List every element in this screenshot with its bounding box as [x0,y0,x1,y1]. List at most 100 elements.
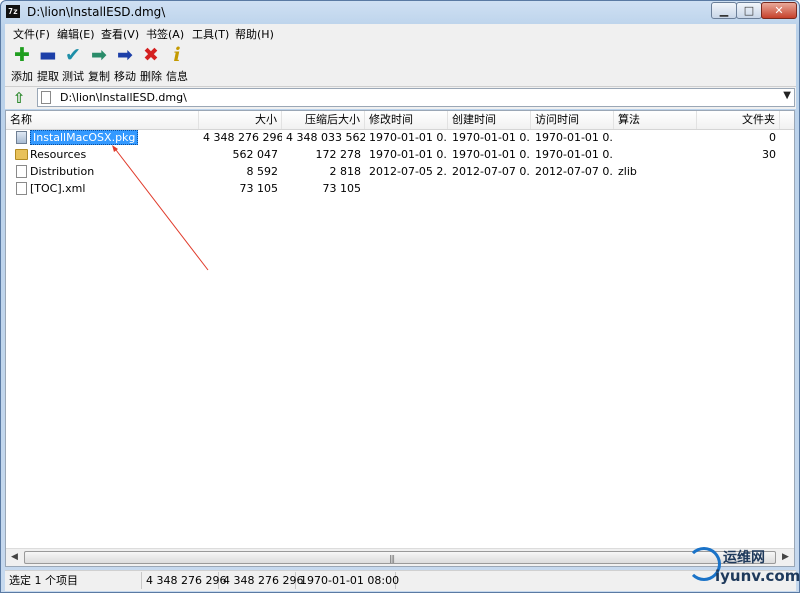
row-modified [365,180,448,197]
row-created: 1970-01-01 0... [452,131,531,144]
column-created[interactable]: 创建时间 [448,111,531,129]
info-button[interactable]: i 信息 [164,44,190,84]
add-button[interactable]: ✚ 添加 [9,44,35,84]
toolbar: ✚ 添加 ▬ 提取 ✔ 测试 ➡ 复制 ➡ 移动 ✖ 删除 i 信息 [5,42,796,87]
column-name[interactable]: 名称 [6,111,199,129]
row-accessed: 1970-01-01 0... [535,148,614,161]
extract-label: 提取 [37,70,59,83]
status-size: 4 348 276 296 [142,572,226,589]
row-folders: 30 [762,148,776,161]
row-method [614,129,697,146]
app-icon: 7z [6,5,20,18]
scrollbar-thumb[interactable]: ||| [24,551,776,564]
test-label: 测试 [62,70,84,83]
watermark-title: 运维网 [723,550,765,566]
delete-icon: ✖ [143,44,159,66]
menu-view[interactable]: 查看(V) [101,26,139,42]
row-packed-size: 73 105 [322,182,362,195]
row-modified: 2012-07-05 2... [369,165,448,178]
delete-button[interactable]: ✖ 删除 [138,44,164,84]
row-method [614,180,697,197]
copy-icon: ➡ [91,44,107,66]
status-packed-size: 4 348 276 296 [219,572,303,589]
app-window: 7z D:\lion\InstallESD.dmg\ ▁ □ ✕ 文件(F) 编… [0,0,800,593]
add-icon: ✚ [14,44,30,66]
column-method[interactable]: 算法 [614,111,697,129]
table-row[interactable]: [TOC].xml 73 105 73 105 [6,180,794,197]
info-icon: i [173,44,181,66]
copy-label: 复制 [88,70,110,83]
row-method [614,146,697,163]
menu-edit[interactable]: 编辑(E) [57,26,95,42]
path-input[interactable]: D:\lion\InstallESD.dmg\ ▼ [37,88,795,107]
row-packed-size: 4 348 033 562 [286,131,365,144]
path-text: D:\lion\InstallESD.dmg\ [60,91,187,104]
move-label: 移动 [114,70,136,83]
row-created: 1970-01-01 0... [452,148,531,161]
horizontal-scrollbar[interactable]: ◀ ||| ▶ [6,548,794,566]
row-accessed: 1970-01-01 0... [535,131,614,144]
table-row[interactable]: Distribution 8 592 2 818 2012-07-05 2...… [6,163,794,180]
chevron-down-icon[interactable]: ▼ [783,90,791,101]
column-folders[interactable]: 文件夹 [697,111,780,129]
row-size: 4 348 276 296 [203,131,282,144]
column-header-row: 名称 大小 压缩后大小 修改时间 创建时间 访问时间 算法 文件夹 [6,111,794,130]
status-date: 1970-01-01 08:00 [296,572,399,589]
column-size[interactable]: 大小 [199,111,282,129]
info-label: 信息 [166,70,188,83]
watermark-logo: 运维网 iyunv.com [685,545,800,589]
column-accessed[interactable]: 访问时间 [531,111,614,129]
file-list[interactable]: 名称 大小 压缩后大小 修改时间 创建时间 访问时间 算法 文件夹 Instal… [5,110,795,567]
row-folders: 0 [769,131,776,144]
address-bar: ⇧ D:\lion\InstallESD.dmg\ ▼ [5,87,796,109]
row-packed-size: 172 278 [315,148,362,161]
row-name[interactable]: InstallMacOSX.pkg [6,129,199,146]
table-row[interactable]: InstallMacOSX.pkg 4 348 276 296 4 348 03… [6,129,794,146]
copy-button[interactable]: ➡ 复制 [86,44,112,84]
extract-button[interactable]: ▬ 提取 [35,44,61,84]
status-bar: 选定 1 个项目 4 348 276 296 4 348 276 296 197… [5,570,796,591]
maximize-button[interactable]: □ [736,2,762,19]
row-size: 8 592 [246,165,279,178]
title-bar[interactable]: 7z D:\lion\InstallESD.dmg\ ▁ □ ✕ [1,1,799,23]
row-created: 2012-07-07 0... [452,165,531,178]
move-icon: ➡ [117,44,133,66]
row-packed-size: 2 818 [329,165,362,178]
test-button[interactable]: ✔ 测试 [60,44,86,84]
row-name[interactable]: [TOC].xml [6,180,199,197]
menu-bookmarks[interactable]: 书签(A) [146,26,184,42]
extract-icon: ▬ [39,44,57,66]
column-modified[interactable]: 修改时间 [365,111,448,129]
add-label: 添加 [11,70,33,83]
scroll-left-icon[interactable]: ◀ [6,549,23,566]
row-name[interactable]: Distribution [6,163,199,180]
status-selection: 选定 1 个项目 [5,572,142,589]
window-title: D:\lion\InstallESD.dmg\ [27,5,166,19]
row-accessed: 2012-07-07 0... [535,165,614,178]
test-icon: ✔ [65,44,81,66]
minimize-button[interactable]: ▁ [711,2,737,19]
row-accessed [531,180,614,197]
grip-icon: ||| [389,554,395,563]
row-modified: 1970-01-01 0... [369,148,448,161]
delete-label: 删除 [140,70,162,83]
menu-bar: 文件(F) 编辑(E) 查看(V) 书签(A) 工具(T) 帮助(H) [5,24,796,43]
row-method: zlib [618,165,637,178]
menu-file[interactable]: 文件(F) [13,26,50,42]
move-button[interactable]: ➡ 移动 [112,44,138,84]
table-row[interactable]: Resources 562 047 172 278 1970-01-01 0..… [6,146,794,163]
menu-tools[interactable]: 工具(T) [192,26,229,42]
row-created [448,180,531,197]
watermark-domain: iyunv.com [715,567,800,585]
menu-help[interactable]: 帮助(H) [235,26,274,42]
row-name-text: InstallMacOSX.pkg [30,130,139,145]
row-size: 73 105 [239,182,279,195]
row-name[interactable]: Resources [6,146,199,163]
row-size: 562 047 [232,148,279,161]
row-folders [697,180,780,197]
folder-up-icon[interactable]: ⇧ [11,90,27,106]
close-button[interactable]: ✕ [761,2,797,19]
column-packed-size[interactable]: 压缩后大小 [282,111,365,129]
file-icon [41,91,51,104]
row-folders [697,163,780,180]
